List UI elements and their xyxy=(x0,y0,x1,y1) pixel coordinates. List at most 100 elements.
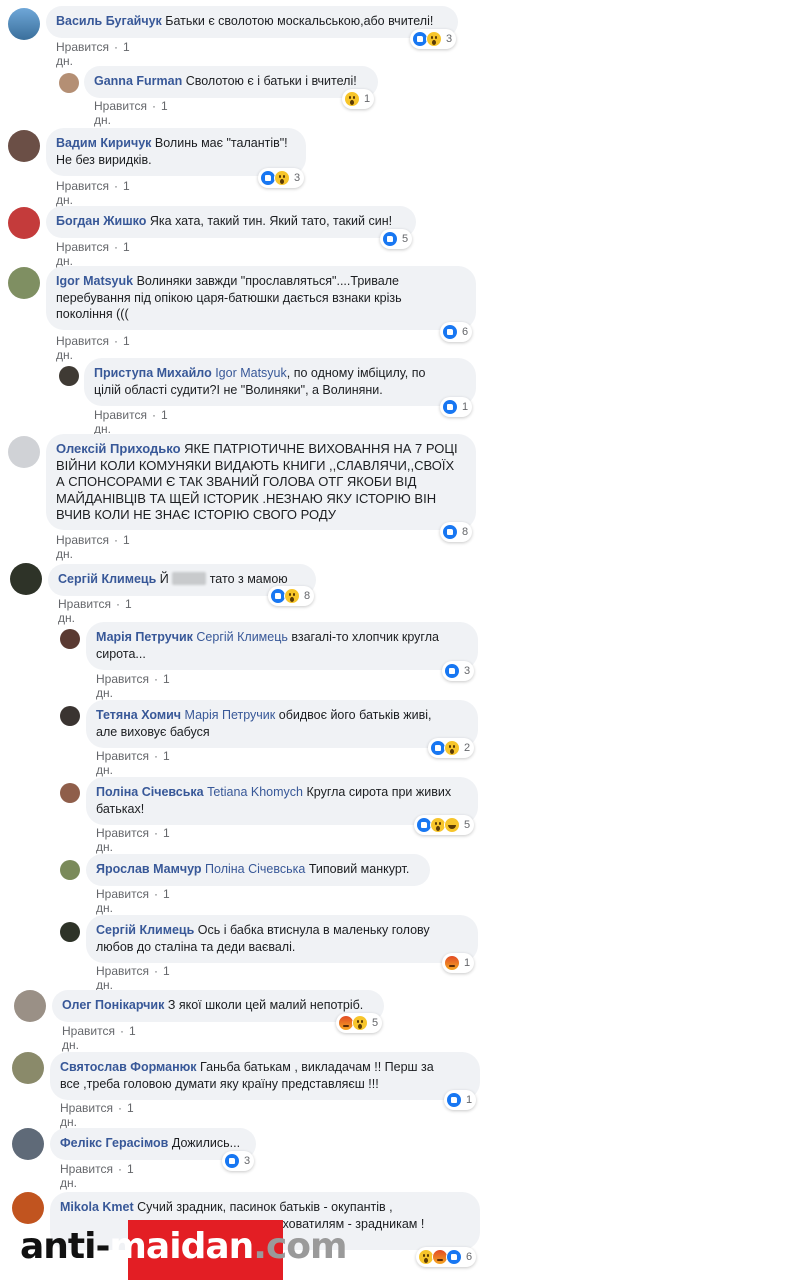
avatar[interactable] xyxy=(60,860,80,880)
comment-author[interactable]: Олег Понікарчик xyxy=(62,998,164,1012)
comment-bubble: Igor Matsyuk Волиняки завжди "прославлят… xyxy=(46,266,476,330)
reaction-summary[interactable]: 3 xyxy=(442,661,475,681)
like-link[interactable]: Нравится xyxy=(56,179,109,193)
mention-link[interactable]: Tetiana Khomych xyxy=(207,785,303,799)
comment-author[interactable]: Вадим Киричук xyxy=(56,136,151,150)
comment-author[interactable]: Фелікс Герасімов xyxy=(60,1136,168,1150)
avatar[interactable] xyxy=(8,436,40,468)
mention-link[interactable]: Igor Matsyuk xyxy=(215,366,287,380)
comment-author[interactable]: Mikola Kmet xyxy=(60,1200,134,1214)
like-link[interactable]: Нравится xyxy=(96,749,149,763)
reaction-summary[interactable]: 6 xyxy=(416,1247,477,1267)
reaction-summary[interactable]: 3 xyxy=(410,29,457,49)
reaction-count: 1 xyxy=(466,1094,473,1106)
comment-author[interactable]: Сергій Климець xyxy=(58,572,156,586)
like-link[interactable]: Нравится xyxy=(56,40,109,54)
avatar[interactable] xyxy=(8,8,40,40)
mention-link[interactable]: Сергій Климець xyxy=(196,630,288,644)
comment-author[interactable]: Василь Бугайчук xyxy=(56,14,162,28)
comment-text: Сволотою є і батьки і вчителі! xyxy=(185,74,357,88)
reaction-count: 6 xyxy=(466,1251,473,1263)
reaction-summary[interactable]: 2 xyxy=(428,738,475,758)
reaction-summary[interactable]: 8 xyxy=(268,586,315,606)
comment-meta: Нравится · 1 дн. xyxy=(62,1024,136,1052)
comment-author[interactable]: Поліна Січевська xyxy=(96,785,204,799)
avatar[interactable] xyxy=(60,922,80,942)
comment-text-line: Не без виридків. xyxy=(56,152,152,167)
mention-link[interactable]: Марія Петручик xyxy=(185,708,276,722)
comment-author[interactable]: Приступа Михайло xyxy=(94,366,212,380)
reaction-summary[interactable]: 3 xyxy=(222,1151,255,1171)
like-link[interactable]: Нравится xyxy=(96,672,149,686)
comment-author[interactable]: Марія Петручик xyxy=(96,630,193,644)
comment-author[interactable]: Святослав Форманюк xyxy=(60,1060,197,1074)
avatar[interactable] xyxy=(8,207,40,239)
reaction-summary[interactable]: 6 xyxy=(440,322,473,342)
avatar[interactable] xyxy=(14,990,46,1022)
like-link[interactable]: Нравится xyxy=(60,1101,113,1115)
comment-author[interactable]: Олексій Приходько xyxy=(56,441,181,456)
reaction-summary[interactable]: 1 xyxy=(440,397,473,417)
watermark-logo: anti-maidan.com xyxy=(20,1226,348,1267)
mention-link[interactable]: Поліна Січевська xyxy=(205,862,305,876)
avatar[interactable] xyxy=(12,1052,44,1084)
comment-author[interactable]: Сергій Климець xyxy=(96,923,194,937)
like-link[interactable]: Нравится xyxy=(60,1162,113,1176)
like-link[interactable]: Нравится xyxy=(56,334,109,348)
wow-reaction-icon xyxy=(344,91,360,107)
avatar[interactable] xyxy=(59,366,79,386)
reaction-count: 8 xyxy=(304,590,311,602)
like-reaction-icon xyxy=(446,1249,462,1265)
reaction-count: 2 xyxy=(464,742,471,754)
reaction-summary[interactable]: 8 xyxy=(440,522,473,542)
avatar[interactable] xyxy=(59,73,79,93)
avatar[interactable] xyxy=(12,1128,44,1160)
reaction-count: 1 xyxy=(464,957,471,969)
comment-bubble: Тетяна Хомич Марія Петручик обидвоє його… xyxy=(86,700,478,748)
avatar[interactable] xyxy=(60,783,80,803)
reaction-summary[interactable]: 5 xyxy=(336,1013,383,1033)
wow-reaction-icon xyxy=(426,31,442,47)
avatar[interactable] xyxy=(8,267,40,299)
like-link[interactable]: Нравится xyxy=(56,533,109,547)
comment-meta: Нравится · 1 дн. xyxy=(60,1162,134,1190)
comment-meta: Нравится · 1 дн. xyxy=(96,672,170,700)
comment-meta: Нравится · 1 дн. xyxy=(56,533,130,561)
comment-text-line: сирота... xyxy=(96,646,146,661)
like-link[interactable]: Нравится xyxy=(96,887,149,901)
reaction-summary[interactable]: 1 xyxy=(444,1090,477,1110)
like-reaction-icon xyxy=(224,1153,240,1169)
avatar[interactable] xyxy=(10,563,42,595)
like-link[interactable]: Нравится xyxy=(96,826,149,840)
comment-text: Волиняки завжди "прославляться"....Трива… xyxy=(136,274,399,288)
reaction-count: 8 xyxy=(462,526,469,538)
like-reaction-icon xyxy=(444,663,460,679)
reaction-summary[interactable]: 3 xyxy=(258,168,305,188)
watermark-part-2: maidan xyxy=(109,1226,254,1267)
like-link[interactable]: Нравится xyxy=(94,408,147,422)
comment-text-line: любов до сталіна та деди ваєвалі. xyxy=(96,939,296,954)
like-reaction-icon xyxy=(442,399,458,415)
comment-meta: Нравится · 1 дн. xyxy=(96,749,170,777)
like-link[interactable]: Нравится xyxy=(94,99,147,113)
reaction-summary[interactable]: 5 xyxy=(380,229,413,249)
avatar[interactable] xyxy=(60,629,80,649)
redacted-text xyxy=(172,572,207,585)
comment-author[interactable]: Ярослав Мамчур xyxy=(96,862,202,876)
like-link[interactable]: Нравится xyxy=(58,597,111,611)
reaction-summary[interactable]: 5 xyxy=(414,815,475,835)
comment-author[interactable]: Ganna Furman xyxy=(94,74,182,88)
comment-text: Батьки є сволотою москальською,або вчите… xyxy=(165,14,434,28)
reaction-count: 5 xyxy=(372,1017,379,1029)
comment-author[interactable]: Igor Matsyuk xyxy=(56,274,133,288)
reaction-summary[interactable]: 1 xyxy=(342,89,375,109)
avatar[interactable] xyxy=(8,130,40,162)
comment-author[interactable]: Богдан Жишко xyxy=(56,214,146,228)
avatar[interactable] xyxy=(60,706,80,726)
like-link[interactable]: Нравится xyxy=(56,240,109,254)
like-link[interactable]: Нравится xyxy=(62,1024,115,1038)
reaction-summary[interactable]: 1 xyxy=(442,953,475,973)
comment-author[interactable]: Тетяна Хомич xyxy=(96,708,181,722)
like-link[interactable]: Нравится xyxy=(96,964,149,978)
like-reaction-icon xyxy=(442,524,458,540)
